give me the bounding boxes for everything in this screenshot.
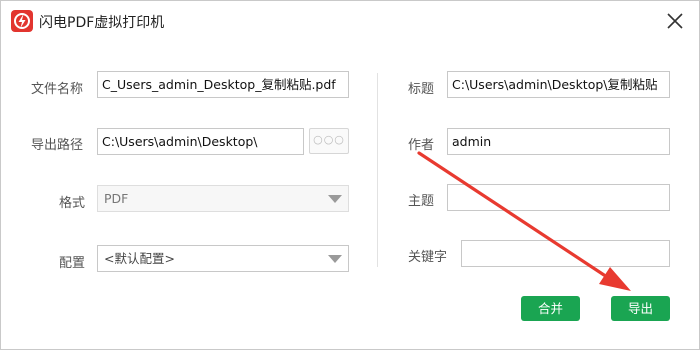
- browse-button[interactable]: ○○○: [309, 128, 349, 154]
- title-label: 标题: [408, 82, 435, 97]
- window-title: 闪电PDF虚拟打印机: [39, 15, 165, 31]
- file-name-label: 文件名称: [31, 82, 84, 97]
- title-bar: 闪电PDF虚拟打印机: [1, 1, 699, 41]
- merge-button[interactable]: 合并: [521, 296, 580, 321]
- column-divider: [377, 73, 378, 267]
- config-select[interactable]: <默认配置>: [97, 245, 349, 272]
- keywords-label: 关键字: [408, 250, 448, 265]
- format-label: 格式: [59, 196, 86, 211]
- export-path-input[interactable]: C:\Users\admin\Desktop\: [97, 128, 304, 155]
- author-input[interactable]: admin: [447, 128, 670, 155]
- config-selected-value: <默认配置>: [104, 251, 175, 266]
- chevron-down-icon: [328, 255, 342, 263]
- keywords-input[interactable]: [461, 240, 670, 267]
- subject-label: 主题: [408, 194, 435, 209]
- export-path-label: 导出路径: [31, 138, 84, 153]
- annotation-arrow-icon: [417, 151, 631, 291]
- virtual-printer-dialog: 闪电PDF虚拟打印机 文件名称 C_Users_admin_Desktop_复制…: [0, 0, 700, 350]
- lightning-logo-icon: [11, 10, 33, 32]
- close-icon: [667, 13, 683, 29]
- chevron-down-icon: [328, 195, 342, 203]
- file-name-input[interactable]: C_Users_admin_Desktop_复制粘贴.pdf: [97, 71, 349, 98]
- config-label: 配置: [59, 256, 86, 271]
- title-input[interactable]: C:\Users\admin\Desktop\复制粘贴: [447, 71, 670, 98]
- close-button[interactable]: [663, 9, 687, 33]
- subject-input[interactable]: [447, 184, 670, 211]
- export-button[interactable]: 导出: [611, 296, 670, 321]
- author-label: 作者: [408, 138, 435, 153]
- format-selected-value: PDF: [104, 191, 129, 206]
- format-select[interactable]: PDF: [97, 185, 349, 212]
